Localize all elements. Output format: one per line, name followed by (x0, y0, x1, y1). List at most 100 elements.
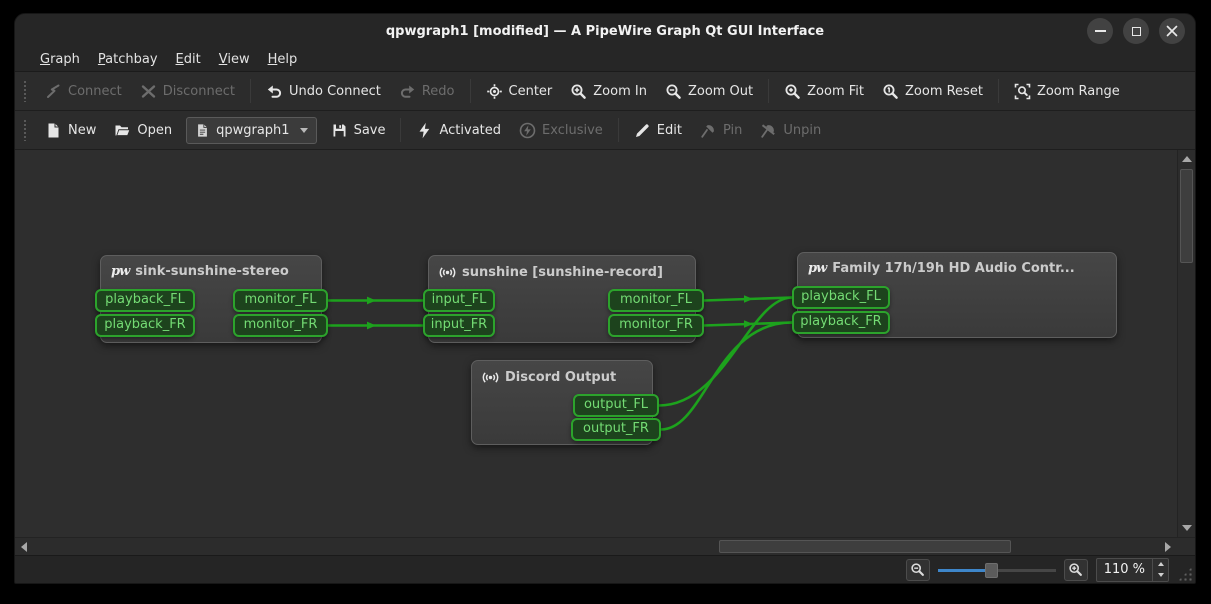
pin-icon (700, 122, 717, 139)
window-title: qpwgraph1 [modified] — A PipeWire Graph … (386, 24, 824, 39)
save-button[interactable]: Save (322, 117, 395, 144)
horizontal-scrollbar[interactable] (15, 537, 1195, 555)
graph-toolbar: Connect Disconnect Undo Connect Redo Cen… (15, 72, 1195, 111)
node-title: Discord Output (505, 370, 616, 385)
port-monitor-fr[interactable]: monitor_FR (608, 314, 704, 337)
activated-label: Activated (439, 123, 501, 138)
node-title: sunshine [sunshine-record] (462, 265, 663, 280)
slider-handle[interactable] (985, 563, 998, 578)
connection-edges (15, 150, 1179, 537)
redo-icon (399, 83, 416, 100)
close-button[interactable] (1159, 18, 1185, 44)
connect-button[interactable]: Connect (36, 78, 131, 105)
vertical-scrollbar[interactable] (1177, 150, 1195, 537)
statusbar: 110 % (15, 555, 1195, 583)
disconnect-button[interactable]: Disconnect (131, 78, 244, 105)
menu-help[interactable]: Help (259, 50, 307, 69)
pin-label: Pin (723, 123, 742, 138)
window-controls (1087, 18, 1185, 44)
scroll-down-button[interactable] (1178, 519, 1195, 537)
spin-up-button[interactable] (1153, 559, 1168, 570)
pin-button[interactable]: Pin (691, 117, 751, 144)
toolbar-separator (768, 79, 769, 103)
new-button[interactable]: New (36, 117, 105, 144)
broadcast-icon (439, 264, 456, 281)
connection-edge (704, 323, 792, 326)
vertical-scroll-thumb[interactable] (1180, 169, 1193, 263)
unpin-button[interactable]: Unpin (751, 117, 830, 144)
port-playback-fr[interactable]: playback_FR (792, 311, 890, 334)
port-input-fr[interactable]: input_FR (423, 314, 495, 337)
port-output-fr[interactable]: output_FR (571, 418, 661, 441)
menubar: Graph Patchbay Edit View Help (15, 48, 1195, 72)
titlebar[interactable]: qpwgraph1 [modified] — A PipeWire Graph … (15, 14, 1195, 48)
open-button[interactable]: Open (105, 117, 181, 144)
port-output-fl[interactable]: output_FL (573, 394, 659, 417)
window-resize-grip[interactable] (1178, 567, 1192, 581)
scroll-up-button[interactable] (1178, 150, 1195, 168)
port-input-fl[interactable]: input_FL (423, 289, 495, 312)
toolbar-separator (400, 118, 401, 142)
zoom-out-icon (910, 562, 925, 577)
zoom-spinbox[interactable]: 110 % (1096, 558, 1169, 582)
port-monitor-fl[interactable]: monitor_FL (233, 289, 328, 312)
center-button[interactable]: Center (477, 78, 562, 105)
menu-view[interactable]: View (210, 50, 259, 69)
toolbar-separator (470, 79, 471, 103)
edit-button[interactable]: Edit (625, 117, 691, 144)
zoom-range-label: Zoom Range (1037, 84, 1120, 99)
edge-arrow-icon (367, 297, 376, 305)
exclusive-button[interactable]: Exclusive (510, 117, 612, 144)
exclusive-label: Exclusive (542, 123, 603, 138)
zoom-out-button[interactable]: Zoom Out (656, 78, 762, 105)
spinbox-arrows (1152, 559, 1168, 581)
menu-patchbay[interactable]: Patchbay (89, 50, 167, 69)
minimize-button[interactable] (1087, 18, 1113, 44)
minimize-icon (1095, 30, 1106, 32)
toolbar-drag-handle[interactable] (23, 80, 28, 102)
slider-fill (938, 569, 991, 572)
undo-connect-button[interactable]: Undo Connect (257, 78, 390, 105)
zoom-in-icon (570, 83, 587, 100)
scroll-left-button[interactable] (15, 538, 33, 556)
zoom-in-button[interactable]: Zoom In (561, 78, 656, 105)
horizontal-scroll-thumb[interactable] (719, 540, 1011, 553)
new-file-icon (45, 122, 62, 139)
redo-button[interactable]: Redo (390, 78, 464, 105)
menu-edit[interactable]: Edit (167, 50, 210, 69)
undo-connect-label: Undo Connect (289, 84, 381, 99)
port-playback-fl[interactable]: playback_FL (95, 289, 195, 312)
zoom-fit-button[interactable]: Zoom Fit (775, 78, 873, 105)
scroll-right-button[interactable] (1159, 538, 1177, 556)
zoom-reset-icon (882, 83, 899, 100)
toolbar-drag-handle[interactable] (23, 119, 28, 141)
port-monitor-fr[interactable]: monitor_FR (233, 314, 328, 337)
zoom-out-icon (665, 83, 682, 100)
statusbar-zoom-out-button[interactable] (906, 559, 930, 581)
node-title: Family 17h/19h HD Audio Contr... (832, 261, 1074, 276)
activated-button[interactable]: Activated (407, 117, 510, 144)
menu-graph[interactable]: Graph (31, 50, 89, 69)
arrow-right-icon (1165, 542, 1171, 552)
chevron-down-icon (300, 128, 308, 133)
graph-canvas[interactable]: pw sink-sunshine-stereo playback_FL play… (15, 150, 1195, 537)
patchbay-select[interactable]: qpwgraph1 (186, 117, 316, 144)
zoom-slider[interactable] (938, 561, 1056, 579)
zoom-reset-button[interactable]: Zoom Reset (873, 78, 992, 105)
pipewire-icon: pw (808, 261, 826, 276)
port-playback-fl[interactable]: playback_FL (792, 286, 890, 309)
zoom-range-icon (1014, 83, 1031, 100)
app-window: qpwgraph1 [modified] — A PipeWire Graph … (14, 13, 1196, 584)
port-monitor-fl[interactable]: monitor_FL (608, 289, 704, 312)
maximize-button[interactable] (1123, 18, 1149, 44)
edge-arrow-icon (744, 295, 753, 302)
statusbar-zoom-in-button[interactable] (1064, 559, 1088, 581)
spin-down-button[interactable] (1153, 570, 1168, 581)
unpin-icon (760, 122, 777, 139)
save-label: Save (354, 123, 386, 138)
zoom-in-icon (1068, 562, 1083, 577)
port-playback-fr[interactable]: playback_FR (95, 314, 195, 337)
toolbar-separator (250, 79, 251, 103)
maximize-icon (1132, 27, 1141, 36)
zoom-range-button[interactable]: Zoom Range (1005, 78, 1129, 105)
